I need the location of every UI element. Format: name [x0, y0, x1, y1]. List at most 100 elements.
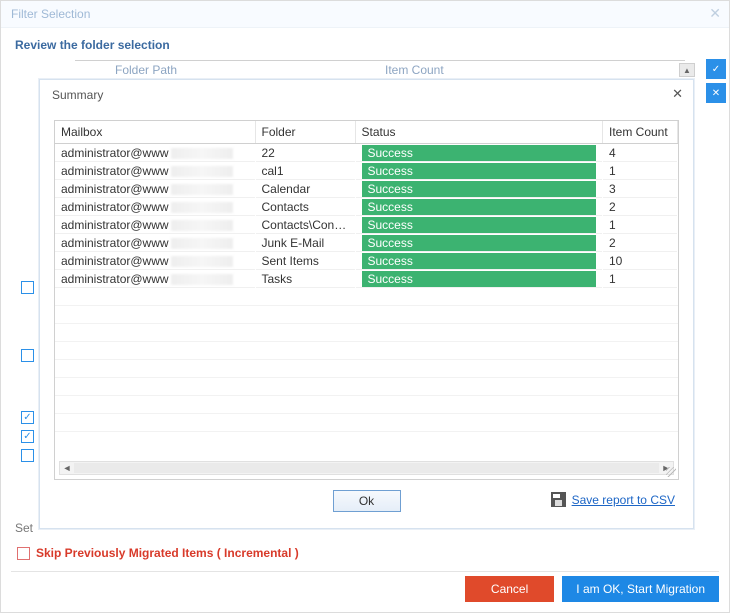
- table-row[interactable]: administrator@wwwCalendarSuccess3: [55, 180, 678, 198]
- table-row[interactable]: administrator@wwwTasks Success 1: [55, 270, 678, 288]
- cell-status: Success: [355, 270, 603, 288]
- bg-scroll-up[interactable]: ▲: [679, 63, 695, 77]
- cell-folder: Junk E-Mail: [255, 234, 355, 252]
- scroll-track[interactable]: [74, 463, 659, 473]
- redacted-blur: [171, 148, 233, 159]
- redacted-blur: [171, 220, 233, 231]
- cell-mailbox: administrator@www: [55, 162, 255, 180]
- redacted-blur: [171, 256, 233, 267]
- cell-item-count: 3: [603, 180, 678, 198]
- col-mailbox[interactable]: Mailbox: [55, 121, 255, 144]
- scroll-left-icon[interactable]: ◄: [60, 463, 74, 473]
- cell-mailbox: administrator@www: [55, 234, 255, 252]
- cell-item-count: 1: [603, 216, 678, 234]
- summary-grid: Mailbox Folder Status Item Count adminis…: [54, 120, 679, 480]
- cell-mailbox: administrator@www: [55, 144, 255, 162]
- cell-item-count: 10: [603, 252, 678, 270]
- dialog-titlebar: Filter Selection ✕: [1, 1, 729, 28]
- table-row[interactable]: administrator@wwwcal1 Success 1: [55, 162, 678, 180]
- filter-selection-dialog: Filter Selection ✕ Review the folder sel…: [0, 0, 730, 613]
- bg-check-group-1: [21, 281, 34, 362]
- side-tool-buttons: ✓ ✕: [706, 59, 726, 103]
- modal-titlebar: Summary ✕: [40, 80, 693, 110]
- table-header-row: Mailbox Folder Status Item Count: [55, 121, 678, 144]
- table-row[interactable]: administrator@wwwContacts\Conta... Succes…: [55, 216, 678, 234]
- modal-title: Summary: [52, 88, 103, 102]
- status-badge: Success: [362, 253, 597, 269]
- redacted-blur: [171, 238, 233, 249]
- set-label: Set: [15, 521, 33, 535]
- footer-divider: [11, 571, 719, 572]
- resize-grip-icon[interactable]: [666, 467, 676, 477]
- grid-empty-area: [55, 288, 678, 448]
- bg-col-item-count: Item Count: [385, 63, 444, 77]
- status-badge: Success: [362, 271, 597, 287]
- background-table-header: Folder Path Item Count: [75, 60, 685, 80]
- status-badge: Success: [362, 163, 597, 179]
- cell-folder: Sent Items: [255, 252, 355, 270]
- redacted-blur: [171, 202, 233, 213]
- cell-item-count: 4: [603, 144, 678, 162]
- cell-status: Success: [355, 234, 603, 252]
- cell-mailbox: administrator@www: [55, 270, 255, 288]
- cell-status: Success: [355, 216, 603, 234]
- cell-status: Success: [355, 162, 603, 180]
- select-all-icon[interactable]: ✓: [706, 59, 726, 79]
- review-heading: Review the folder selection: [15, 38, 715, 52]
- status-badge: Success: [362, 235, 597, 251]
- close-icon[interactable]: ✕: [709, 5, 721, 22]
- table-row[interactable]: administrator@www22 Success 4: [55, 144, 678, 162]
- status-badge: Success: [362, 199, 597, 215]
- start-migration-button[interactable]: I am OK, Start Migration: [562, 576, 719, 602]
- cell-mailbox: administrator@www: [55, 198, 255, 216]
- col-status[interactable]: Status: [355, 121, 603, 144]
- cell-folder: 22: [255, 144, 355, 162]
- bg-checkbox[interactable]: [21, 281, 34, 294]
- skip-label: Skip Previously Migrated Items ( Increme…: [36, 546, 299, 560]
- save-icon: [551, 492, 566, 507]
- status-badge: Success: [362, 181, 597, 197]
- bg-col-folder-path: Folder Path: [115, 63, 177, 77]
- cell-status: Success: [355, 252, 603, 270]
- bg-check-group-2: ✓ ✓: [21, 411, 34, 462]
- cancel-button[interactable]: Cancel: [465, 576, 554, 602]
- skip-migrated-row: Skip Previously Migrated Items ( Increme…: [17, 546, 299, 560]
- cell-item-count: 1: [603, 162, 678, 180]
- redacted-blur: [171, 274, 233, 285]
- bg-checkbox[interactable]: ✓: [21, 430, 34, 443]
- skip-checkbox[interactable]: [17, 547, 30, 560]
- table-row[interactable]: administrator@wwwJunk E-Mail Success 2: [55, 234, 678, 252]
- redacted-blur: [171, 184, 233, 195]
- cell-folder: Contacts\Conta...: [255, 216, 355, 234]
- cell-item-count: 1: [603, 270, 678, 288]
- footer-buttons: Cancel I am OK, Start Migration: [465, 576, 719, 602]
- status-badge: Success: [362, 217, 597, 233]
- bg-checkbox[interactable]: [21, 449, 34, 462]
- bg-checkbox[interactable]: ✓: [21, 411, 34, 424]
- cell-folder: cal1: [255, 162, 355, 180]
- table-row[interactable]: administrator@wwwContacts Success 2: [55, 198, 678, 216]
- cell-folder: Contacts: [255, 198, 355, 216]
- table-row[interactable]: administrator@wwwSent Items Success 10: [55, 252, 678, 270]
- cell-mailbox: administrator@www: [55, 252, 255, 270]
- col-folder[interactable]: Folder: [255, 121, 355, 144]
- cell-folder: Calendar: [255, 180, 355, 198]
- status-badge: Success: [362, 145, 597, 161]
- cell-mailbox: administrator@www: [55, 216, 255, 234]
- cell-status: Success: [355, 198, 603, 216]
- bg-checkbox[interactable]: [21, 349, 34, 362]
- cell-status: Success: [355, 180, 603, 198]
- horizontal-scrollbar[interactable]: ◄ ►: [59, 461, 674, 475]
- cell-folder: Tasks: [255, 270, 355, 288]
- cell-item-count: 2: [603, 234, 678, 252]
- save-report-link[interactable]: Save report to CSV: [572, 493, 675, 507]
- modal-close-icon[interactable]: ✕: [672, 86, 683, 102]
- cell-status: Success: [355, 144, 603, 162]
- dialog-title: Filter Selection: [11, 7, 90, 21]
- ok-button[interactable]: Ok: [333, 490, 401, 512]
- redacted-blur: [171, 166, 233, 177]
- summary-modal: Summary ✕ Mailbox Folder Status Item Cou…: [39, 79, 694, 529]
- col-item-count[interactable]: Item Count: [603, 121, 678, 144]
- cell-item-count: 2: [603, 198, 678, 216]
- deselect-all-icon[interactable]: ✕: [706, 83, 726, 103]
